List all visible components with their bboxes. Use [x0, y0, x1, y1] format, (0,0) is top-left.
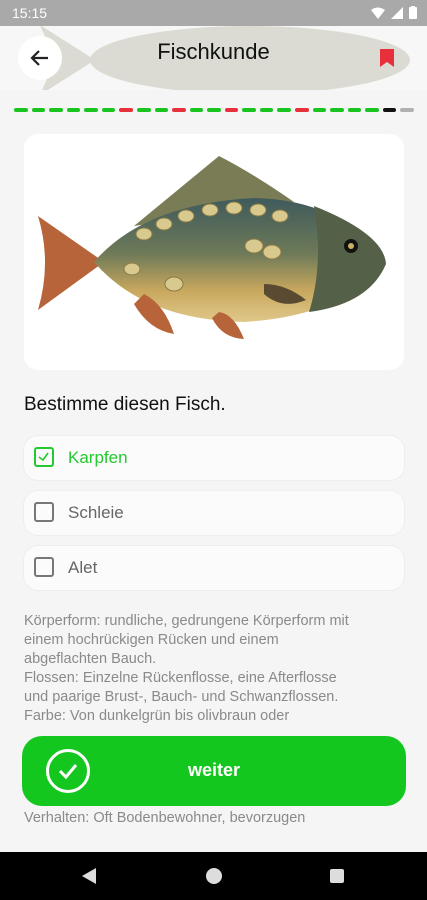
- checkmark-icon: [38, 452, 49, 462]
- answer-option-alet[interactable]: Alet: [24, 546, 404, 590]
- description-line: Körperform: rundliche, gedrungene Körper…: [24, 613, 349, 629]
- description-line: und paarige Brust-, Bauch- und Schwanzfl…: [24, 689, 339, 705]
- option-label: Schleie: [68, 503, 124, 522]
- bookmark-icon: [380, 49, 394, 67]
- progress-segment: [207, 108, 221, 112]
- progress-segment: [382, 108, 397, 112]
- progress-segment: [31, 108, 46, 112]
- option-label: Alet: [68, 558, 98, 577]
- nav-home-icon[interactable]: [206, 868, 222, 884]
- option-label: Karpfen: [68, 448, 128, 467]
- wifi-icon: [371, 7, 385, 19]
- bookmark-button[interactable]: [367, 38, 407, 78]
- answer-option-schleie[interactable]: Schleie: [24, 491, 404, 535]
- signal-icon: [391, 6, 403, 19]
- progress-segment: [101, 108, 116, 112]
- progress-segment: [365, 108, 379, 112]
- nav-back-icon[interactable]: [82, 868, 96, 884]
- status-time: 15:15: [12, 5, 48, 21]
- progress-segment: [172, 108, 186, 112]
- progress-segment: [400, 108, 414, 112]
- progress-segment: [154, 108, 169, 112]
- progress-segment: [295, 108, 309, 112]
- progress-segment: [277, 108, 291, 112]
- progress-segment: [136, 108, 151, 112]
- fish-image: [38, 156, 386, 339]
- status-icons: [371, 6, 417, 19]
- fish-image-card: [24, 134, 404, 370]
- progress-segment: [242, 108, 256, 112]
- description-line: einem hochrückigen Rücken und einem: [24, 632, 279, 648]
- app-header: Fischkunde: [0, 26, 427, 90]
- progress-segment: [84, 108, 98, 112]
- checkbox-unchecked[interactable]: [34, 502, 54, 522]
- battery-icon: [409, 6, 417, 19]
- status-bar: 15:15: [0, 0, 427, 26]
- progress-segment: [347, 108, 362, 112]
- progress-segment: [312, 108, 327, 112]
- page-title: Fischkunde: [157, 39, 270, 64]
- progress-segment: [119, 108, 133, 112]
- question-text: Bestimme diesen Fisch.: [24, 394, 226, 415]
- nav-recents-icon[interactable]: [330, 869, 344, 883]
- progress-segment: [49, 108, 63, 112]
- checkbox-checked[interactable]: [34, 447, 54, 467]
- continue-label: weiter: [187, 760, 241, 780]
- description-line: Verhalten: Oft Bodenbewohner, bevorzugen: [24, 810, 306, 826]
- progress-segment: [224, 108, 239, 112]
- system-nav-bar: [0, 852, 427, 900]
- progress-segment: [66, 108, 81, 112]
- progress-segment: [14, 108, 28, 112]
- progress-indicator: [14, 108, 414, 112]
- checkbox-unchecked[interactable]: [34, 557, 54, 577]
- progress-segment: [330, 108, 344, 112]
- description-line: abgeflachten Bauch.: [24, 651, 157, 667]
- description-line: Flossen: Einzelne Rückenflosse, eine Aft…: [24, 670, 337, 686]
- progress-segment: [189, 108, 204, 112]
- progress-segment: [259, 108, 274, 112]
- fish-description: Körperform: rundliche, gedrungene Körper…: [24, 612, 404, 726]
- description-line: Farbe: Von dunkelgrün bis olivbraun oder: [24, 708, 290, 724]
- continue-button[interactable]: weiter: [22, 736, 406, 806]
- answer-option-karpfen[interactable]: Karpfen: [24, 436, 404, 480]
